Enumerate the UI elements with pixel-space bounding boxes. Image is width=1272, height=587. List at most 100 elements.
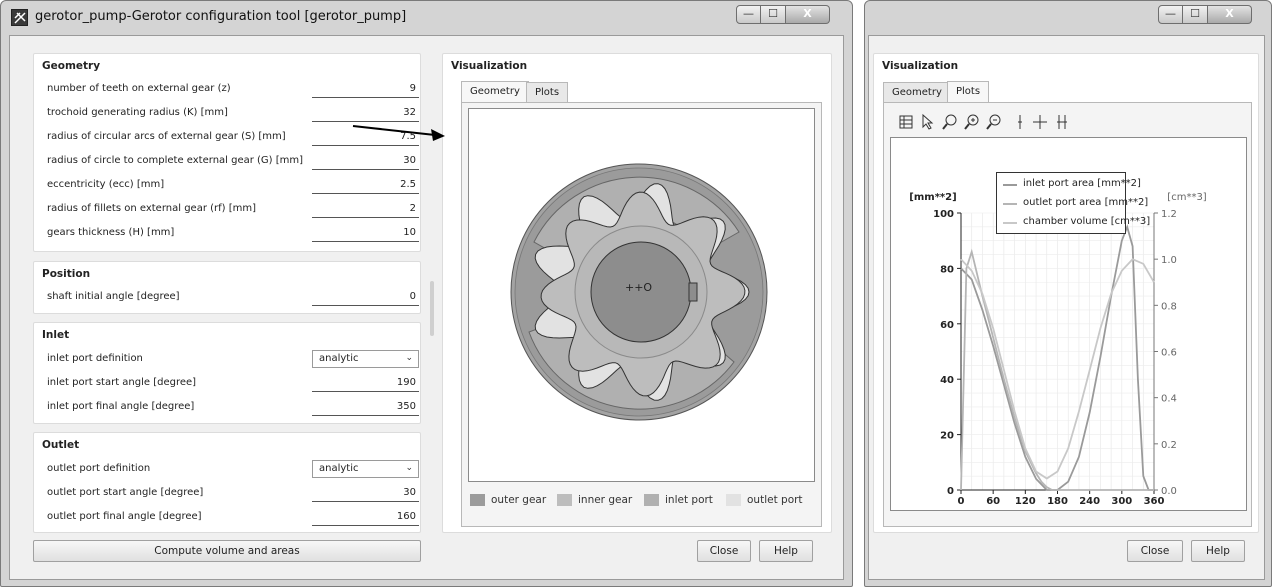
y-right-tick-label: 0.4 xyxy=(1161,394,1177,405)
tab-geometry[interactable]: Geometry xyxy=(883,82,951,103)
select-value: analytic xyxy=(319,353,359,364)
field-label: inlet port final angle [degree] xyxy=(47,401,195,412)
field-row-ecc: eccentricity (ecc) [mm] 2.5 xyxy=(47,175,419,195)
field-row-outlet-def: outlet port definition analytic ⌄ xyxy=(47,459,419,479)
shaft-key xyxy=(688,282,698,302)
close-window-button[interactable]: X xyxy=(1208,5,1252,24)
minimize-button[interactable]: — xyxy=(1158,5,1183,24)
x-tick-label: 180 xyxy=(1047,496,1068,507)
inlet-final-input[interactable]: 350 xyxy=(312,399,419,416)
double-marker-icon[interactable] xyxy=(1054,113,1070,131)
minimize-icon: — xyxy=(1165,7,1176,20)
y-right-tick-label: 0.0 xyxy=(1161,486,1177,497)
minimize-button[interactable]: — xyxy=(736,5,761,24)
y-right-tick-label: 1.2 xyxy=(1161,209,1177,220)
pointer-icon[interactable] xyxy=(920,113,936,131)
legend-label: chamber volume [cm**3] xyxy=(1023,216,1151,227)
inlet-start-input[interactable]: 190 xyxy=(312,375,419,392)
chart-viewport[interactable]: 0 60 120 180 240 300 360 0 20 40 60 80 100 0.0 0.2 0.4 0… xyxy=(890,137,1247,523)
compute-button[interactable]: Compute volume and areas xyxy=(33,540,421,562)
plot-toolbar xyxy=(898,113,1098,133)
shaft-angle-input[interactable]: 0 xyxy=(312,289,419,306)
maximize-button[interactable]: ☐ xyxy=(761,5,786,24)
zoom-region-icon[interactable] xyxy=(942,113,958,131)
crosshair-icon[interactable] xyxy=(1032,113,1048,131)
field-label: radius of fillets on external gear (rf) … xyxy=(47,203,257,214)
title-bar[interactable]: gerotor_pump-Gerotor configuration tool … xyxy=(1,1,852,35)
legend-entry-volume: chamber volume [cm**3] xyxy=(1001,214,1150,232)
field-label: inlet port definition xyxy=(47,353,143,364)
chart-legend: inlet port area [mm**2] outlet port area… xyxy=(996,172,1150,234)
x-tick-label: 360 xyxy=(1144,496,1165,507)
legend-line xyxy=(1003,184,1017,186)
window-controls: — ☐ X xyxy=(736,5,830,25)
x-tick-label: 0 xyxy=(958,496,965,507)
y-right-axis-label: [cm**3] xyxy=(1167,192,1207,203)
field-label: number of teeth on external gear (z) xyxy=(47,83,231,94)
field-row-fillets: radius of fillets on external gear (rf) … xyxy=(47,199,419,219)
y-left-tick-label: 20 xyxy=(940,431,954,442)
table-icon[interactable] xyxy=(898,113,914,131)
select-value: analytic xyxy=(319,463,359,474)
circle-radius-input[interactable]: 30 xyxy=(312,153,419,170)
outlet-definition-select[interactable]: analytic ⌄ xyxy=(312,460,419,478)
field-row-thickness: gears thickness (H) [mm] 10 xyxy=(47,223,419,243)
field-label: outlet port start angle [degree] xyxy=(47,487,204,498)
outlet-panel: Outlet outlet port definition analytic ⌄ … xyxy=(33,432,421,533)
x-tick-label: 300 xyxy=(1111,496,1132,507)
plot-client-area: Visualization Geometry Plots 0 60 120 180 24… xyxy=(868,35,1265,580)
legend-label: outlet port area [mm**2] xyxy=(1023,197,1149,208)
field-label: gears thickness (H) [mm] xyxy=(47,227,175,238)
geometry-title: Geometry xyxy=(42,60,101,72)
scrollbar-thumb[interactable] xyxy=(430,281,434,336)
close-window-button[interactable]: X xyxy=(786,5,830,24)
outlet-start-input[interactable]: 30 xyxy=(312,485,419,502)
field-label: radius of circular arcs of external gear… xyxy=(47,131,286,142)
outlet-title: Outlet xyxy=(42,439,80,451)
tab-geometry[interactable]: Geometry xyxy=(461,81,529,103)
main-client-area: Geometry number of teeth on external gea… xyxy=(9,35,844,580)
field-row-outlet-final: outlet port final angle [degree] 160 xyxy=(47,507,419,527)
legend-swatch xyxy=(557,494,572,506)
tab-plots[interactable]: Plots xyxy=(526,82,569,103)
close-button[interactable]: Close xyxy=(697,540,751,562)
center-marker: ++O xyxy=(625,281,653,294)
field-label: eccentricity (ecc) [mm] xyxy=(47,179,165,190)
legend-line xyxy=(1003,203,1017,205)
field-row-teeth: number of teeth on external gear (z) 9 xyxy=(47,79,419,99)
legend-label: inlet port xyxy=(665,494,713,506)
gerotor-config-window: gerotor_pump-Gerotor configuration tool … xyxy=(0,0,853,587)
legend-label: outlet port xyxy=(747,494,803,506)
zoom-in-icon[interactable] xyxy=(964,113,980,131)
zoom-out-icon[interactable] xyxy=(986,113,1002,131)
outlet-final-input[interactable]: 160 xyxy=(312,509,419,526)
window-title: gerotor_pump-Gerotor configuration tool … xyxy=(35,9,407,24)
geometry-panel: Geometry number of teeth on external gea… xyxy=(33,53,421,252)
help-button[interactable]: Help xyxy=(759,540,813,562)
inlet-panel: Inlet inlet port definition analytic ⌄ in… xyxy=(33,322,421,424)
eccentricity-input[interactable]: 2.5 xyxy=(312,177,419,194)
legend-entry-outlet: outlet port area [mm**2] xyxy=(1001,195,1148,213)
field-label: outlet port definition xyxy=(47,463,151,474)
close-button[interactable]: Close xyxy=(1127,540,1183,562)
legend-entry-inlet: inlet port area [mm**2] xyxy=(1001,176,1141,194)
chevron-down-icon: ⌄ xyxy=(405,463,413,473)
gear-viewport[interactable]: ++O xyxy=(468,108,815,482)
plots-tab-pane: 0 60 120 180 240 300 360 0 20 40 60 80 100 0.0 0.2 0.4 0… xyxy=(883,102,1252,527)
vertical-marker-icon[interactable] xyxy=(1012,113,1028,131)
plot-window: — ☐ X Visualization Geometry Plots 0 60 … xyxy=(864,0,1272,587)
tab-plots[interactable]: Plots xyxy=(947,81,990,103)
visualization-panel: Visualization Geometry Plots ++O outer g… xyxy=(442,53,832,533)
x-tick-label: 120 xyxy=(1015,496,1036,507)
fillet-radius-input[interactable]: 2 xyxy=(312,201,419,218)
y-left-tick-label: 40 xyxy=(940,375,954,386)
maximize-button[interactable]: ☐ xyxy=(1183,5,1208,24)
y-right-tick-label: 0.8 xyxy=(1161,301,1177,312)
teeth-input[interactable]: 9 xyxy=(312,81,419,98)
plot-title-bar[interactable]: — ☐ X xyxy=(865,1,1271,35)
help-button[interactable]: Help xyxy=(1191,540,1245,562)
field-row-circle: radius of circle to complete external ge… xyxy=(47,151,419,171)
inlet-definition-select[interactable]: analytic ⌄ xyxy=(312,350,419,368)
thickness-input[interactable]: 10 xyxy=(312,225,419,242)
inlet-title: Inlet xyxy=(42,329,70,341)
